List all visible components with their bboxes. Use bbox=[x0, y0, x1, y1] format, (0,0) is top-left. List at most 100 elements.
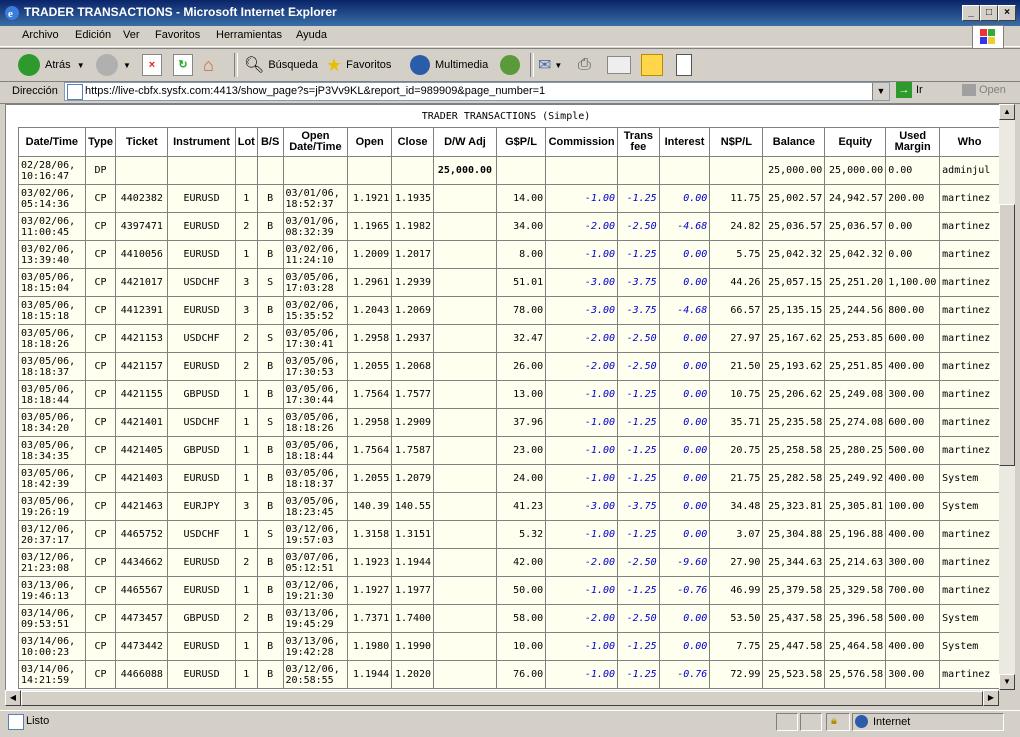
favorites-button[interactable]: ★ Favoritos bbox=[326, 53, 391, 77]
table-cell: 10.75 bbox=[709, 380, 764, 409]
column-header: Ticket bbox=[115, 127, 169, 157]
table-cell: -2.00 bbox=[545, 548, 619, 577]
discuss-button[interactable] bbox=[641, 53, 663, 77]
home-button[interactable]: ⌂ bbox=[203, 53, 225, 77]
table-row: 03/05/06, 18:18:26 CP 4421153 USDCHF 2 S 03/05… bbox=[18, 324, 1000, 353]
table-cell: 1.1944 bbox=[347, 660, 393, 689]
table-cell: 02/28/06, 10:16:47 bbox=[18, 156, 86, 185]
column-header: Who bbox=[939, 127, 1000, 157]
menu-edicion[interactable]: Edición bbox=[75, 29, 111, 41]
table-cell: EURUSD bbox=[167, 184, 236, 213]
table-cell: 25,304.88 bbox=[762, 520, 826, 549]
column-header: Instrument bbox=[167, 127, 236, 157]
windows-logo-icon bbox=[972, 25, 1004, 49]
table-row: 03/14/06, 10:00:23 CP 4473442 EURUSD 1 B 03/13… bbox=[18, 632, 1000, 661]
table-cell: CP bbox=[84, 464, 117, 493]
table-cell: 23.00 bbox=[495, 436, 547, 465]
table-body: 02/28/06, 10:16:47 DP 25,000.00 25,000.00 25… bbox=[18, 156, 1000, 689]
table-cell bbox=[495, 156, 547, 185]
chevron-down-icon: ▼ bbox=[123, 60, 131, 70]
table-cell: 4421017 bbox=[115, 268, 169, 297]
history-button[interactable] bbox=[500, 53, 520, 77]
messenger-button[interactable] bbox=[676, 53, 692, 77]
forward-button[interactable]: ▼ bbox=[96, 53, 131, 77]
table-cell: -1.25 bbox=[617, 380, 660, 409]
table-row: 03/05/06, 18:18:37 CP 4421157 EURUSD 2 B 03/05… bbox=[18, 352, 1000, 381]
table-cell: 25,344.63 bbox=[762, 548, 826, 577]
scroll-up-icon[interactable]: ▲ bbox=[999, 104, 1015, 120]
table-cell: GBPUSD bbox=[167, 380, 236, 409]
address-dropdown-icon[interactable]: ▼ bbox=[872, 83, 889, 100]
table-cell: -1.00 bbox=[545, 576, 619, 605]
table-cell: 03/12/06, 19:21:30 bbox=[282, 576, 349, 605]
table-cell: B bbox=[256, 212, 284, 241]
table-cell: 21.75 bbox=[709, 464, 764, 493]
table-cell bbox=[433, 184, 497, 213]
minimize-button[interactable]: _ bbox=[962, 5, 980, 21]
chevron-down-icon[interactable]: ▼ bbox=[77, 61, 85, 70]
table-cell: CP bbox=[84, 184, 117, 213]
menu-favoritos[interactable]: Favoritos bbox=[155, 29, 200, 41]
table-cell: 14.00 bbox=[495, 184, 547, 213]
multimedia-button[interactable]: Multimedia bbox=[410, 53, 488, 77]
mail-button[interactable]: ✉ ▼ bbox=[538, 53, 562, 77]
table-cell: EURJPY bbox=[167, 492, 236, 521]
column-header: Equity bbox=[824, 127, 887, 157]
scroll-right-icon[interactable]: ▶ bbox=[983, 690, 999, 706]
table-cell: 7.75 bbox=[709, 632, 764, 661]
address-url[interactable]: https://live-cbfx.sysfx.com:4413/show_pa… bbox=[85, 85, 545, 97]
stop-button[interactable]: × bbox=[142, 53, 162, 77]
table-cell: CP bbox=[84, 268, 117, 297]
table-cell: 25,036.57 bbox=[824, 212, 887, 241]
menu-archivo[interactable]: Archivo bbox=[22, 29, 59, 41]
table-cell: 4465752 bbox=[115, 520, 169, 549]
table-cell: 1.2055 bbox=[347, 352, 393, 381]
print-button[interactable]: ⎙ bbox=[578, 53, 591, 77]
menu-ayuda[interactable]: Ayuda bbox=[296, 29, 327, 41]
horizontal-scroll-thumb[interactable] bbox=[21, 691, 983, 706]
search-button[interactable]: 🔍︎ Búsqueda bbox=[244, 53, 318, 77]
table-cell: 1 bbox=[234, 408, 258, 437]
column-header: N$P/L bbox=[709, 127, 764, 157]
table-cell: -1.25 bbox=[617, 660, 660, 689]
table-cell: 0.00 bbox=[658, 324, 711, 353]
table-cell: 03/13/06, 19:46:13 bbox=[18, 576, 86, 605]
scroll-down-icon[interactable]: ▼ bbox=[999, 674, 1015, 690]
table-cell: 03/05/06, 18:18:44 bbox=[18, 380, 86, 409]
vertical-scrollbar[interactable]: ▲ ▼ bbox=[999, 104, 1015, 690]
table-cell: CP bbox=[84, 604, 117, 633]
refresh-button[interactable]: ↻ bbox=[173, 53, 193, 77]
menu-herramientas[interactable]: Herramientas bbox=[216, 29, 282, 41]
menu-ver[interactable]: Ver bbox=[123, 29, 140, 41]
stop-icon: × bbox=[142, 54, 162, 76]
table-cell: 0.00 bbox=[658, 436, 711, 465]
table-cell: 0.00 bbox=[658, 632, 711, 661]
maximize-button[interactable]: □ bbox=[980, 5, 998, 21]
table-cell: B bbox=[256, 548, 284, 577]
table-cell bbox=[234, 156, 258, 185]
open-button[interactable]: Open bbox=[962, 84, 1006, 96]
go-button[interactable]: → Ir bbox=[896, 82, 923, 98]
toolbar: Atrás ▼ ▼ × ↻ ⌂ 🔍︎ Búsqueda ★ Favoritos … bbox=[0, 48, 1020, 82]
table-cell: 200.00 bbox=[885, 184, 941, 213]
table-cell: 03/02/06, 15:35:52 bbox=[282, 296, 349, 325]
table-row: 03/02/06, 13:39:40 CP 4410056 EURUSD 1 B 03/02… bbox=[18, 240, 1000, 269]
table-cell: martinez bbox=[939, 240, 1000, 269]
table-cell: 4473457 bbox=[115, 604, 169, 633]
table-cell: 25,464.58 bbox=[824, 632, 887, 661]
table-row: 03/05/06, 18:42:39 CP 4421403 EURUSD 1 B 03/05… bbox=[18, 464, 1000, 493]
table-cell: 25,196.88 bbox=[824, 520, 887, 549]
address-input[interactable]: https://live-cbfx.sysfx.com:4413/show_pa… bbox=[64, 82, 890, 101]
table-cell: DP bbox=[84, 156, 117, 185]
table-row: 03/05/06, 18:15:04 CP 4421017 USDCHF 3 S 03/05… bbox=[18, 268, 1000, 297]
table-cell: -1.00 bbox=[545, 632, 619, 661]
back-button[interactable]: Atrás ▼ bbox=[18, 53, 85, 77]
vertical-scroll-thumb[interactable] bbox=[999, 204, 1015, 466]
table-cell: 1 bbox=[234, 380, 258, 409]
close-button[interactable]: × bbox=[998, 5, 1016, 21]
table-cell: 11.75 bbox=[709, 184, 764, 213]
scroll-left-icon[interactable]: ◀ bbox=[5, 690, 21, 706]
horizontal-scrollbar[interactable]: ◀ ▶ bbox=[5, 690, 999, 706]
table-cell: 03/05/06, 18:42:39 bbox=[18, 464, 86, 493]
edit-button[interactable] bbox=[607, 53, 631, 77]
